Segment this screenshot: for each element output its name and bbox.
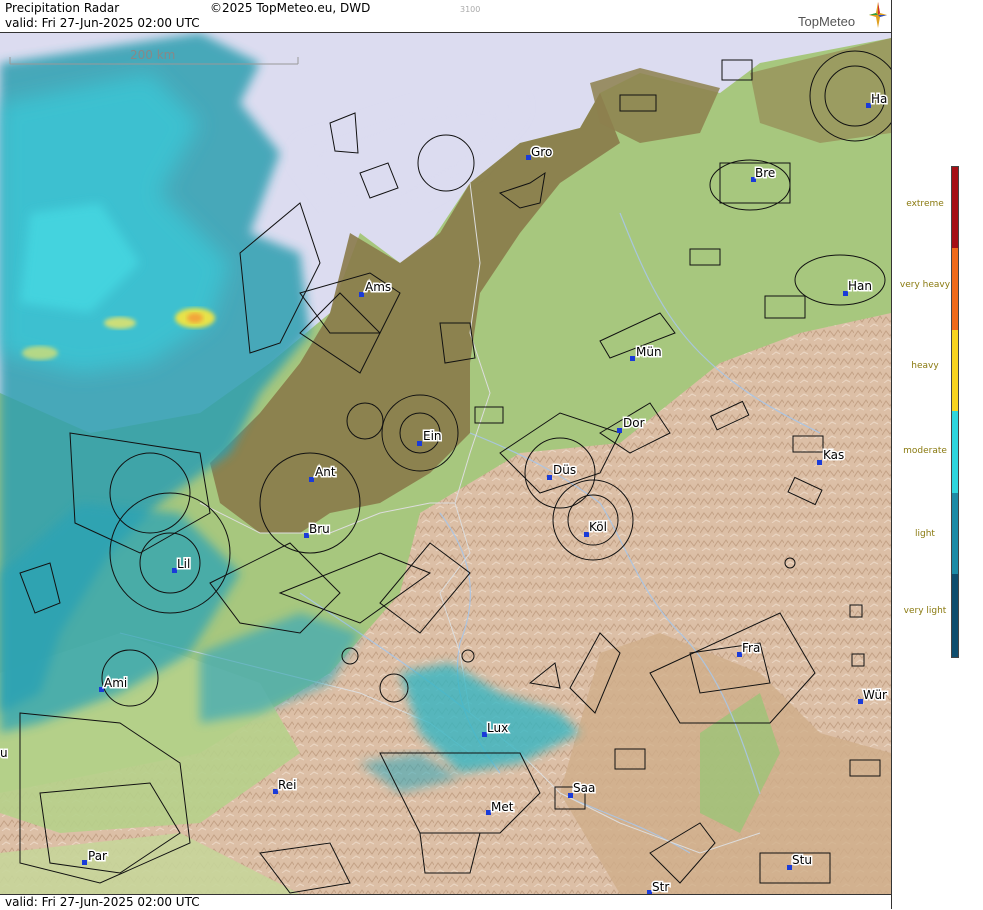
map-code: 3100 (460, 5, 481, 14)
legend-light: light (915, 529, 935, 539)
svg-text:Rei: Rei (278, 778, 297, 792)
svg-text:Kas: Kas (823, 448, 844, 462)
map-footer: valid: Fri 27-Jun-2025 02:00 UTC (0, 894, 891, 910)
svg-text:Bre: Bre (755, 166, 775, 180)
svg-text:Han: Han (848, 279, 872, 293)
valid-time: valid: Fri 27-Jun-2025 02:00 UTC (5, 16, 200, 30)
city-marker[interactable]: Ami (99, 675, 129, 692)
svg-text:Par: Par (88, 849, 107, 863)
topmeteo-logo[interactable]: TopMeteo (798, 14, 855, 29)
legend-panel: extreme very heavy heavy moderate light … (891, 0, 983, 909)
svg-text:Lux: Lux (487, 721, 508, 735)
svg-text:Met: Met (491, 800, 514, 814)
svg-text:Dor: Dor (623, 416, 645, 430)
svg-text:Bru: Bru (309, 522, 330, 536)
svg-text:Mün: Mün (636, 345, 662, 359)
legend-moderate: moderate (903, 446, 947, 456)
svg-text:u: u (0, 746, 8, 760)
svg-text:Saa: Saa (573, 781, 595, 795)
svg-text:Lil: Lil (177, 557, 190, 571)
compass-star-icon (869, 2, 887, 28)
copyright-text: ©2025 TopMeteo.eu, DWD (210, 1, 371, 15)
svg-text:Str: Str (652, 880, 669, 894)
city-marker[interactable]: Wür (858, 687, 889, 704)
svg-text:Ein: Ein (423, 429, 442, 443)
svg-text:Düs: Düs (553, 463, 576, 477)
legend-very-light: very light (903, 606, 947, 616)
svg-text:Stu: Stu (792, 853, 812, 867)
svg-text:Ha: Ha (871, 92, 887, 106)
map-title: Precipitation Radar (5, 1, 120, 15)
svg-text:Ami: Ami (104, 676, 127, 690)
svg-text:Ant: Ant (315, 465, 336, 479)
legend-extreme: extreme (906, 199, 944, 209)
scale-label: 200 km (130, 48, 175, 62)
city-marker[interactable]: Met (486, 799, 515, 816)
footer-valid-time: valid: Fri 27-Jun-2025 02:00 UTC (5, 895, 200, 909)
svg-text:Fra: Fra (742, 641, 760, 655)
city-marker[interactable]: u (0, 745, 9, 762)
city-marker[interactable]: Bre (751, 165, 777, 182)
legend-very-heavy: very heavy (899, 280, 951, 290)
radar-map[interactable]: 200 km Gro Bre Ha Ams Han Mün Dor Ein Ka… (0, 33, 891, 894)
legend-heavy: heavy (911, 361, 939, 371)
map-header: Precipitation Radar ©2025 TopMeteo.eu, D… (0, 0, 891, 33)
svg-text:Gro: Gro (531, 145, 552, 159)
svg-text:Wür: Wür (863, 688, 887, 702)
svg-text:Ams: Ams (365, 280, 391, 294)
intensity-colorbar (951, 166, 959, 658)
svg-text:Köl: Köl (589, 520, 607, 534)
